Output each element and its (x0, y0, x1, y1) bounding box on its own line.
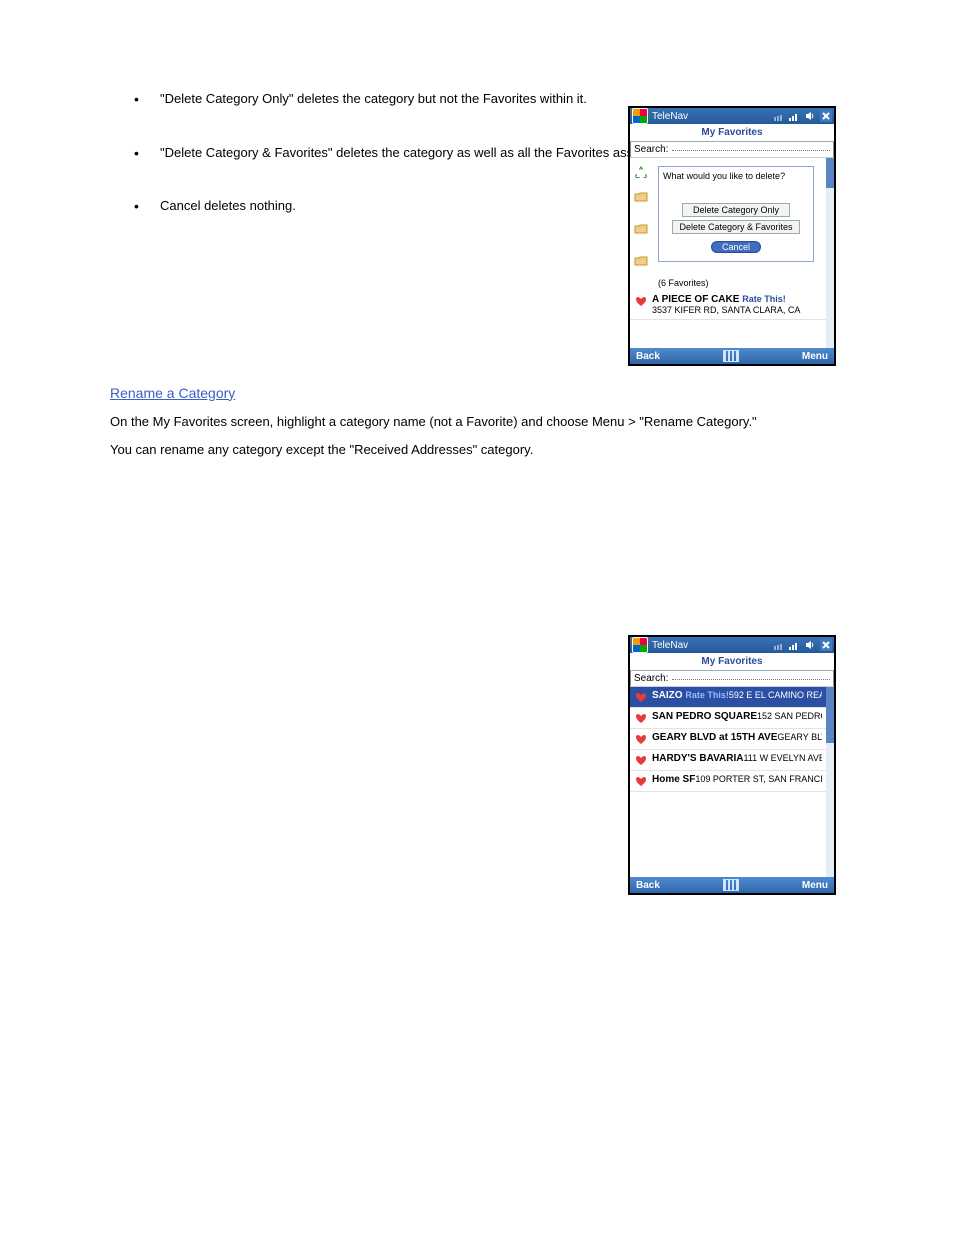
favorite-address: 111 W EVELYN AVE, SUNNYVALE, (743, 753, 822, 763)
heart-icon (634, 690, 648, 704)
favorite-row[interactable]: A PIECE OF CAKE Rate This! 3537 KIFER RD… (630, 291, 826, 320)
favorite-name: HARDY'S BAVARIA (652, 753, 743, 764)
section-title-rename: Rename a Category (110, 385, 894, 401)
search-row[interactable]: Search: (630, 671, 834, 687)
favorite-address: 152 SAN PEDRO CIR, SAN JOSE, CA (757, 711, 822, 721)
connectivity-icon (772, 110, 784, 122)
choice-1: "Delete Category Only" deletes the categ… (160, 90, 894, 108)
delete-category-only-button[interactable]: Delete Category Only (682, 203, 790, 217)
signal-icon (788, 639, 800, 651)
windows-flag-icon (632, 637, 648, 653)
favorite-name: SAN PEDRO SQUARE (652, 711, 757, 722)
search-label: Search: (634, 673, 668, 684)
heart-icon (634, 774, 648, 788)
screenshot-delete-dialog: TeleNav My Favorites Search: (628, 106, 836, 366)
search-row[interactable]: Search: (630, 142, 834, 158)
favorite-name: A PIECE OF CAKE (652, 294, 739, 305)
heart-icon (634, 732, 648, 746)
close-icon[interactable] (820, 110, 832, 122)
favorite-row[interactable]: GEARY BLVD at 15TH AVEGEARY BLVD at 15TH… (630, 729, 826, 750)
favorite-row[interactable]: HARDY'S BAVARIA111 W EVELYN AVE, SUNNYVA… (630, 750, 826, 771)
volume-icon (804, 110, 816, 122)
favorite-name: SAIZO (652, 690, 683, 701)
heart-icon (634, 294, 648, 308)
folder-icon (634, 191, 648, 206)
favorite-row[interactable]: SAIZO Rate This!592 E EL CAMINO REAL, SU… (630, 687, 826, 708)
favorite-address: 592 E EL CAMINO REAL, SUNNYVA (729, 690, 822, 700)
search-input[interactable] (672, 149, 830, 151)
favorite-address: GEARY BLVD at 15TH AVE, SAN FR (777, 732, 822, 742)
favorites-count: (6 Favorites) (658, 278, 709, 288)
recycle-icon (634, 165, 648, 182)
wm-titlebar: TeleNav (630, 637, 834, 653)
favorite-row[interactable]: Home SF109 PORTER ST, SAN FRANCISCO, (630, 771, 826, 792)
search-input[interactable] (672, 678, 830, 680)
rename-para-1: On the My Favorites screen, highlight a … (110, 414, 894, 429)
cancel-button[interactable]: Cancel (711, 241, 761, 253)
bottom-bar: Back Menu (630, 348, 834, 364)
back-button[interactable]: Back (636, 351, 660, 362)
rate-this-link[interactable]: Rate This! (685, 690, 729, 700)
scrollbar[interactable] (826, 687, 834, 877)
menu-button[interactable]: Menu (802, 880, 828, 891)
heart-icon (634, 753, 648, 767)
dialog-question: What would you like to delete? (663, 171, 809, 181)
scrollbar[interactable] (826, 158, 834, 348)
rename-para-2: You can rename any category except the "… (110, 442, 894, 457)
close-icon[interactable] (820, 639, 832, 651)
keyboard-icon[interactable] (723, 350, 739, 362)
connectivity-icon (772, 639, 784, 651)
rate-this-link[interactable]: Rate This! (742, 294, 786, 304)
favorite-row[interactable]: SAN PEDRO SQUARE152 SAN PEDRO CIR, SAN J… (630, 708, 826, 729)
delete-category-and-favorites-button[interactable]: Delete Category & Favorites (672, 220, 799, 234)
search-label: Search: (634, 144, 668, 155)
delete-dialog: What would you like to delete? Delete Ca… (658, 166, 814, 262)
favorite-address: 109 PORTER ST, SAN FRANCISCO, (695, 774, 822, 784)
folder-icon (634, 255, 648, 270)
back-button[interactable]: Back (636, 880, 660, 891)
folder-icon (634, 223, 648, 238)
favorite-name: GEARY BLVD at 15TH AVE (652, 732, 777, 743)
favorite-name: Home SF (652, 774, 695, 785)
favorite-address: 3537 KIFER RD, SANTA CLARA, CA (652, 305, 800, 315)
keyboard-icon[interactable] (723, 879, 739, 891)
screenshot-favorites-list: TeleNav My Favorites Search: SAIZO Rate … (628, 635, 836, 895)
app-title: TeleNav (652, 111, 688, 122)
heart-icon (634, 711, 648, 725)
windows-flag-icon (632, 108, 648, 124)
bottom-bar: Back Menu (630, 877, 834, 893)
app-title: TeleNav (652, 640, 688, 651)
screen-title: My Favorites (630, 124, 834, 142)
menu-button[interactable]: Menu (802, 351, 828, 362)
signal-icon (788, 110, 800, 122)
volume-icon (804, 639, 816, 651)
screen-title: My Favorites (630, 653, 834, 671)
wm-titlebar: TeleNav (630, 108, 834, 124)
